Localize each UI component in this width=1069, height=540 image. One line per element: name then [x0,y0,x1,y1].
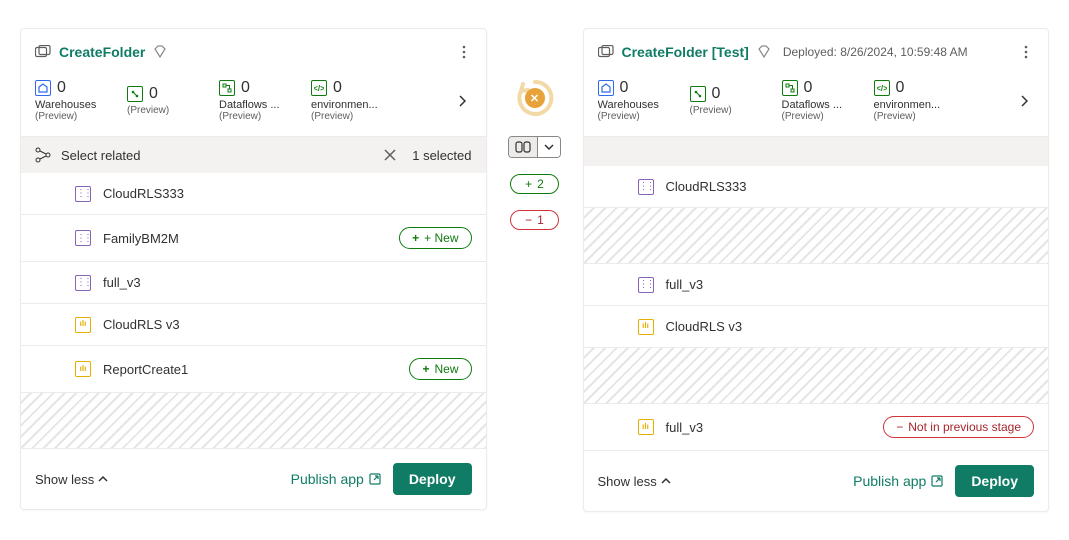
stat-warehouses[interactable]: 0 Warehouses (Preview) [35,79,103,122]
workspace-title[interactable]: CreateFolder [59,44,145,60]
stat-dataflows[interactable]: 0 Dataflows ... (Preview) [219,79,287,122]
header-divider [584,136,1049,166]
clear-selection-button[interactable] [384,149,396,161]
env-icon: </> [311,80,327,96]
more-menu-button[interactable] [456,39,472,65]
premium-icon [757,45,771,59]
env-icon: </> [874,80,890,96]
semantic-model-icon [638,179,654,195]
semantic-model-icon [75,275,91,291]
premium-icon [153,45,167,59]
compare-column: ✕ +2 −1 [505,28,565,230]
sync-mismatch-icon: ✕ [525,88,545,108]
publish-app-button[interactable]: Publish app [291,471,381,487]
compare-mode-toggle [508,136,561,158]
diff-removed-pill[interactable]: −1 [510,210,559,230]
report-icon [638,419,654,435]
item-icon [690,86,706,102]
stat-environments[interactable]: </>0 environmen... (Preview) [311,79,379,122]
item-list: CloudRLS333 full_v3 CloudRLS v3 full_v3 … [584,166,1049,451]
warehouse-icon [35,80,51,96]
stage-card-source: CreateFolder 0 Warehouses (Preview) 0 (P… [20,28,487,510]
workspace-icon [35,45,51,59]
workspace-title[interactable]: CreateFolder [Test] [622,44,749,60]
semantic-model-icon [75,230,91,246]
empty-slot [21,393,486,449]
list-item[interactable]: full_v3 [584,264,1049,306]
workspace-icon [598,45,614,59]
empty-slot [584,348,1049,404]
deploy-button[interactable]: Deploy [955,465,1034,497]
svg-text:</>: </> [877,84,887,93]
select-related-label[interactable]: Select related [61,148,141,163]
new-badge: +New [409,358,471,380]
list-item[interactable]: full_v3 [21,262,486,304]
semantic-model-icon [75,186,91,202]
stat-preview-1[interactable]: 0 (Preview) [690,85,758,116]
stat-preview-1[interactable]: 0 (Preview) [127,85,195,116]
more-menu-button[interactable] [1018,39,1034,65]
stats-scroll-right[interactable] [452,89,472,113]
item-icon [127,86,143,102]
new-badge: ++ New [399,227,471,249]
card-footer: Show less Publish app Deploy [21,449,486,509]
compare-side-by-side-button[interactable] [509,137,538,157]
warehouse-icon [598,80,614,96]
stats-row: 0 Warehouses (Preview) 0 (Preview) 0 Dat… [584,75,1049,136]
stat-warehouses[interactable]: 0 Warehouses (Preview) [598,79,666,122]
selection-count: 1 selected [412,148,471,163]
list-item[interactable]: CloudRLS v3 [21,304,486,346]
list-item[interactable]: FamilyBM2M ++ New [21,215,486,262]
item-list: CloudRLS333 FamilyBM2M ++ New full_v3 Cl… [21,173,486,449]
stat-dataflows[interactable]: 0 Dataflows ... (Preview) [782,79,850,122]
diff-added-pill[interactable]: +2 [510,174,559,194]
select-related-bar: Select related 1 selected [21,136,486,173]
report-icon [638,319,654,335]
card-header: CreateFolder [21,29,486,75]
list-item[interactable]: full_v3 −Not in previous stage [584,404,1049,451]
sync-status-icon[interactable]: ✕ [513,76,557,120]
list-item[interactable]: CloudRLS333 [584,166,1049,208]
deploy-button[interactable]: Deploy [393,463,472,495]
stage-card-target: CreateFolder [Test] Deployed: 8/26/2024,… [583,28,1050,512]
publish-app-button[interactable]: Publish app [853,473,943,489]
show-less-button[interactable]: Show less [598,474,671,489]
report-icon [75,361,91,377]
list-item[interactable]: CloudRLS333 [21,173,486,215]
report-icon [75,317,91,333]
select-related-icon [35,147,51,163]
list-item[interactable]: ReportCreate1 +New [21,346,486,393]
svg-text:</>: </> [314,84,324,93]
deployed-timestamp: Deployed: 8/26/2024, 10:59:48 AM [783,45,968,59]
card-header: CreateFolder [Test] Deployed: 8/26/2024,… [584,29,1049,75]
dataflow-icon [219,80,235,96]
show-less-button[interactable]: Show less [35,472,108,487]
card-footer: Show less Publish app Deploy [584,451,1049,511]
stat-environments[interactable]: </>0 environmen... (Preview) [874,79,942,122]
missing-badge: −Not in previous stage [883,416,1034,438]
stats-row: 0 Warehouses (Preview) 0 (Preview) 0 Dat… [21,75,486,136]
dataflow-icon [782,80,798,96]
list-item[interactable]: CloudRLS v3 [584,306,1049,348]
compare-dropdown-button[interactable] [538,137,560,157]
stats-scroll-right[interactable] [1014,89,1034,113]
semantic-model-icon [638,277,654,293]
empty-slot [584,208,1049,264]
